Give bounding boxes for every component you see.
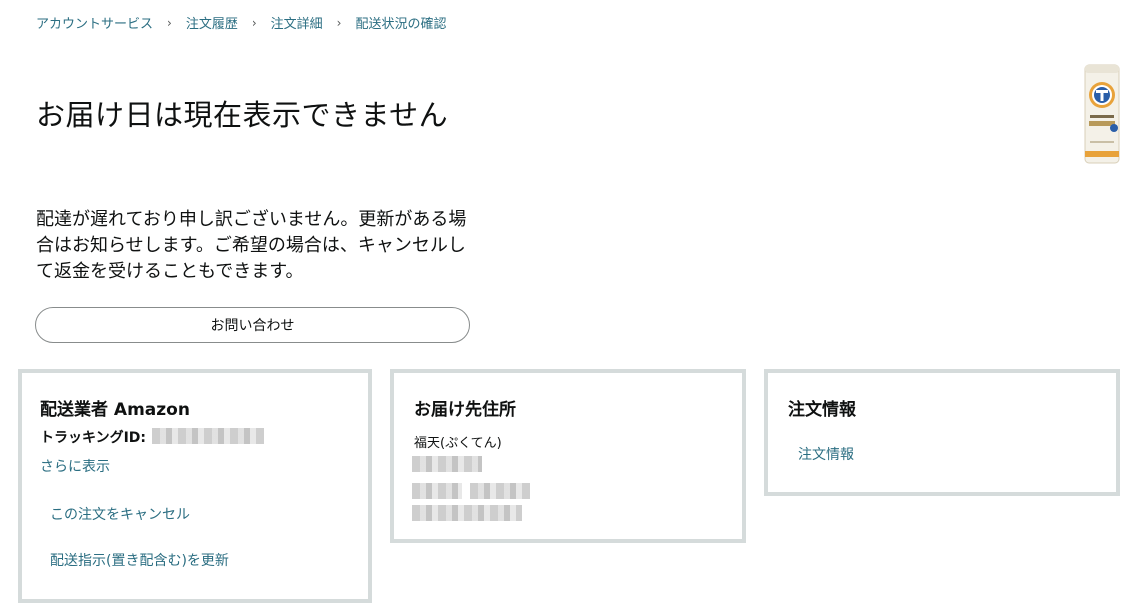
breadcrumb: アカウントサービス › 注文履歴 › 注文詳細 › 配送状況の確認 xyxy=(36,13,447,33)
breadcrumb-delivery-status[interactable]: 配送状況の確認 xyxy=(355,13,446,32)
order-info-link[interactable]: 注文情報 xyxy=(798,444,854,464)
breadcrumb-order-history[interactable]: 注文履歴 xyxy=(186,13,238,32)
tracking-id-value-redacted xyxy=(152,428,264,444)
carrier-heading: 配送業者 Amazon xyxy=(40,400,190,420)
recipient-name: 福天(ぷくてん) xyxy=(414,436,502,451)
breadcrumb-order-details[interactable]: 注文詳細 xyxy=(271,13,323,32)
breadcrumb-separator: › xyxy=(167,15,172,30)
address-heading: お届け先住所 xyxy=(414,400,516,420)
contact-button[interactable]: お問い合わせ xyxy=(35,307,470,343)
order-info-heading: 注文情報 xyxy=(788,400,856,420)
breadcrumb-separator: › xyxy=(336,15,342,30)
breadcrumb-account-service[interactable]: アカウントサービス xyxy=(36,13,153,32)
show-more-link[interactable]: さらに表示 xyxy=(40,456,110,476)
address-card: お届け先住所 福天(ぷくてん) xyxy=(390,369,746,543)
update-delivery-instructions-link[interactable]: 配送指示(置き配含む)を更新 xyxy=(50,550,229,570)
breadcrumb-separator: › xyxy=(251,15,257,30)
address-line-redacted xyxy=(412,505,522,521)
cancel-order-link[interactable]: この注文をキャンセル xyxy=(50,504,190,524)
address-line-redacted xyxy=(470,483,530,499)
page-title: お届け日は現在表示できません xyxy=(36,98,449,132)
delay-message: 配達が遅れており申し訳ございません。更新がある場合はお知らせします。ご希望の場合… xyxy=(36,209,467,282)
address-line-redacted xyxy=(412,456,482,472)
carrier-card: 配送業者 Amazon トラッキングID: さらに表示 この注文をキャンセル 配… xyxy=(18,369,372,603)
order-info-card: 注文情報 注文情報 xyxy=(764,369,1120,496)
tracking-id-label: トラッキングID: xyxy=(40,430,147,446)
address-line-redacted xyxy=(412,483,462,499)
product-image[interactable] xyxy=(1082,63,1122,165)
